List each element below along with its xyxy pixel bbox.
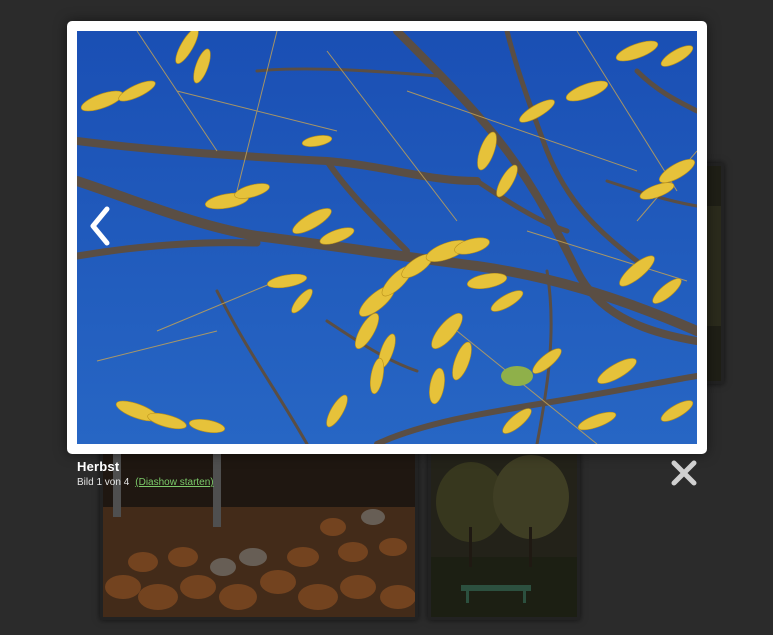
chevron-left-icon [90, 206, 110, 246]
start-slideshow-link[interactable]: (Diashow starten) [135, 477, 213, 488]
close-button[interactable] [668, 457, 700, 489]
autumn-branches-photo [77, 31, 697, 444]
lightbox-image [77, 31, 697, 444]
image-title: Herbst [77, 459, 120, 474]
lightbox-caption: Herbst Bild 1 von 4 (Diashow starten) [77, 459, 214, 488]
caption-line: Bild 1 von 4 (Diashow starten) [77, 477, 214, 488]
lightbox-frame [67, 21, 707, 454]
prev-image-button[interactable] [81, 191, 121, 261]
close-icon [671, 460, 697, 486]
image-counter: Bild 1 von 4 [77, 477, 130, 488]
